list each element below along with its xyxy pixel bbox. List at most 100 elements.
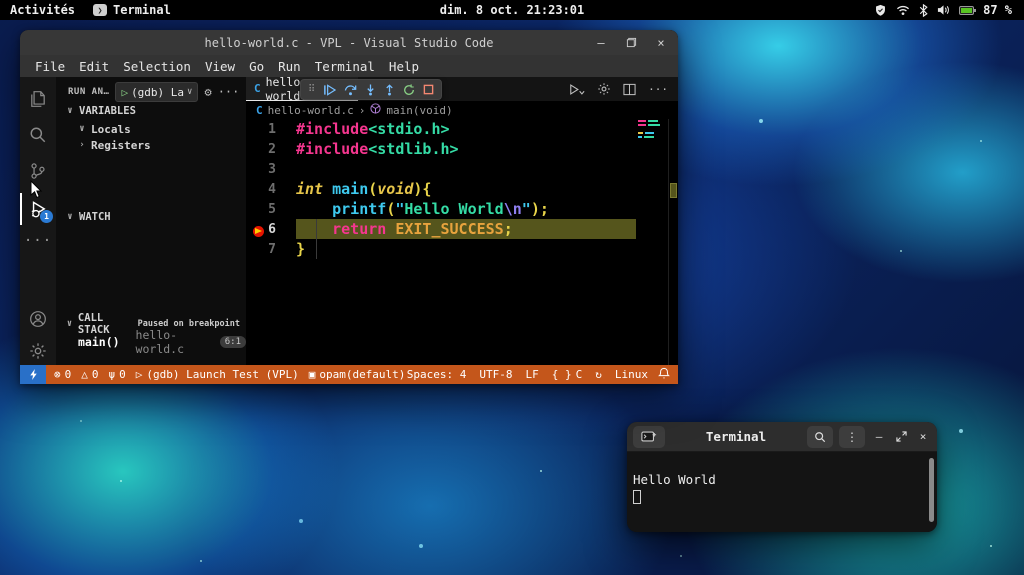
- menu-help[interactable]: Help: [382, 57, 426, 76]
- status-os[interactable]: Linux: [615, 368, 648, 381]
- stop-button[interactable]: [423, 84, 434, 95]
- focused-app-indicator[interactable]: ❯ Terminal: [93, 3, 171, 17]
- scrollbar-thumb[interactable]: [670, 183, 677, 198]
- debug-badge: 1: [40, 210, 53, 223]
- terminal-output[interactable]: Hello World: [627, 452, 937, 532]
- breadcrumb-symbol[interactable]: main(void): [386, 104, 452, 117]
- breadcrumb-file[interactable]: hello-world.c: [268, 104, 354, 117]
- sidebar-more-icon[interactable]: ···: [218, 85, 240, 99]
- debug-settings-gear-icon[interactable]: ⚙: [204, 85, 211, 99]
- step-over-button[interactable]: [344, 84, 357, 96]
- start-debug-icon[interactable]: ▷: [121, 86, 128, 99]
- watch-section[interactable]: ∨ WATCH: [56, 209, 246, 225]
- gutter[interactable]: 3: [246, 162, 296, 177]
- menu-view[interactable]: View: [198, 57, 242, 76]
- frame-file: hello-world.c: [135, 328, 185, 356]
- vscode-titlebar[interactable]: hello-world.c - VPL - Visual Studio Code…: [20, 30, 678, 55]
- minimize-button[interactable]: –: [871, 429, 887, 445]
- gutter[interactable]: 2: [246, 142, 296, 157]
- breakpoint-paused-icon[interactable]: [253, 225, 264, 237]
- menu-kebab-button[interactable]: ⋮: [839, 425, 865, 448]
- system-tray[interactable]: 87 %: [874, 3, 1024, 17]
- scrollbar[interactable]: [668, 119, 678, 365]
- status-indentation[interactable]: Spaces: 4: [407, 368, 467, 381]
- minimize-button[interactable]: –: [594, 36, 608, 50]
- gutter[interactable]: 1: [246, 122, 296, 137]
- close-button[interactable]: ×: [915, 429, 931, 445]
- run-debug-sidebar: RUN AN… ▷ (gdb) La ∨ ⚙ ··· ∨ VARIABLES ∨…: [56, 77, 246, 365]
- editor-gear-icon[interactable]: [597, 82, 611, 96]
- activities-button[interactable]: Activités: [10, 3, 75, 17]
- new-tab-button[interactable]: [633, 425, 665, 448]
- battery-icon: [959, 5, 977, 15]
- restore-button[interactable]: [624, 36, 638, 50]
- terminal-title: Terminal: [705, 429, 767, 444]
- search-button[interactable]: [807, 425, 833, 448]
- status-language-mode[interactable]: { } C: [552, 368, 583, 381]
- gutter[interactable]: 5: [246, 202, 296, 217]
- close-button[interactable]: ×: [654, 36, 668, 50]
- registers-item[interactable]: › Registers: [56, 137, 246, 153]
- indent-guide: [316, 219, 317, 259]
- debug-launch-icon: ▷: [135, 368, 143, 381]
- drag-grip-icon[interactable]: ⠿: [308, 84, 315, 95]
- gutter[interactable]: 4: [246, 182, 296, 197]
- menu-edit[interactable]: Edit: [72, 57, 116, 76]
- minimap[interactable]: [638, 120, 668, 140]
- chevron-down-icon: ∨: [187, 87, 193, 97]
- status-encoding[interactable]: UTF-8: [479, 368, 512, 381]
- breadcrumb[interactable]: C hello-world.c › main(void): [246, 101, 678, 119]
- code-line-5[interactable]: 5 printf("Hello World\n");: [246, 199, 678, 219]
- ports-icon: ψ: [108, 368, 116, 381]
- code-line-4[interactable]: 4 int main(void){: [246, 179, 678, 199]
- launch-config-dropdown[interactable]: ▷ (gdb) La ∨: [115, 82, 199, 102]
- errors-icon: ⊗: [54, 368, 61, 381]
- locals-item[interactable]: ∨ Locals: [56, 121, 246, 137]
- warnings-icon: △: [81, 368, 88, 381]
- code-editor[interactable]: 1 #include<stdio.h> 2 #include<stdlib.h> 3 4 i…: [246, 119, 678, 365]
- status-ports[interactable]: ψ0: [109, 368, 126, 381]
- status-errors[interactable]: ⊗ 0: [54, 368, 71, 381]
- menu-selection[interactable]: Selection: [116, 57, 198, 76]
- status-eol[interactable]: LF: [526, 368, 539, 381]
- code-line-1[interactable]: 1 #include<stdio.h>: [246, 119, 678, 139]
- run-menu-icon[interactable]: [569, 83, 585, 96]
- split-editor-icon[interactable]: [623, 83, 636, 96]
- chevron-down-icon: ∨: [67, 212, 73, 222]
- terminal-headerbar[interactable]: Terminal ⋮ – ×: [627, 422, 937, 452]
- status-warnings[interactable]: △ 0: [81, 368, 98, 381]
- account-icon[interactable]: [20, 303, 56, 335]
- code-line-6[interactable]: 6 return EXIT_SUCCESS;: [246, 219, 678, 239]
- stack-frame-row[interactable]: main() hello-world.c 6:1: [56, 328, 246, 356]
- code-line-7[interactable]: 7}: [246, 239, 678, 259]
- variables-section[interactable]: ∨ VARIABLES: [56, 103, 246, 119]
- settings-gear-icon[interactable]: [20, 335, 56, 367]
- step-out-button[interactable]: [384, 83, 395, 96]
- restore-button[interactable]: [893, 429, 909, 445]
- menu-terminal[interactable]: Terminal: [308, 57, 382, 76]
- status-sync[interactable]: ↻: [595, 368, 602, 381]
- menu-run[interactable]: Run: [271, 57, 308, 76]
- code-line-2[interactable]: 2 #include<stdlib.h>: [246, 139, 678, 159]
- status-opam[interactable]: ▣ opam(default): [309, 368, 406, 381]
- bell-icon[interactable]: [657, 367, 678, 383]
- gutter[interactable]: 7: [246, 242, 296, 257]
- search-icon[interactable]: [20, 119, 56, 151]
- status-debug-launch[interactable]: ▷ (gdb) Launch Test (VPL): [136, 368, 299, 381]
- menu-go[interactable]: Go: [242, 57, 271, 76]
- step-into-button[interactable]: [365, 84, 376, 96]
- code-line-3[interactable]: 3: [246, 159, 678, 179]
- chevron-down-icon: ∨: [67, 106, 73, 116]
- sidebar-title: RUN AN…: [68, 87, 110, 97]
- editor-more-icon[interactable]: ···: [648, 83, 668, 96]
- menu-file[interactable]: File: [28, 57, 72, 76]
- gutter[interactable]: 6: [246, 222, 296, 237]
- restart-button[interactable]: [403, 83, 415, 96]
- terminal-scrollbar[interactable]: [929, 458, 934, 522]
- remote-indicator[interactable]: [20, 365, 46, 384]
- debug-toolbar: ⠿: [300, 79, 443, 100]
- additional-views-icon[interactable]: ···: [20, 225, 56, 257]
- explorer-icon[interactable]: [20, 83, 56, 115]
- breadcrumb-separator: ›: [358, 103, 366, 117]
- continue-button[interactable]: [323, 83, 337, 96]
